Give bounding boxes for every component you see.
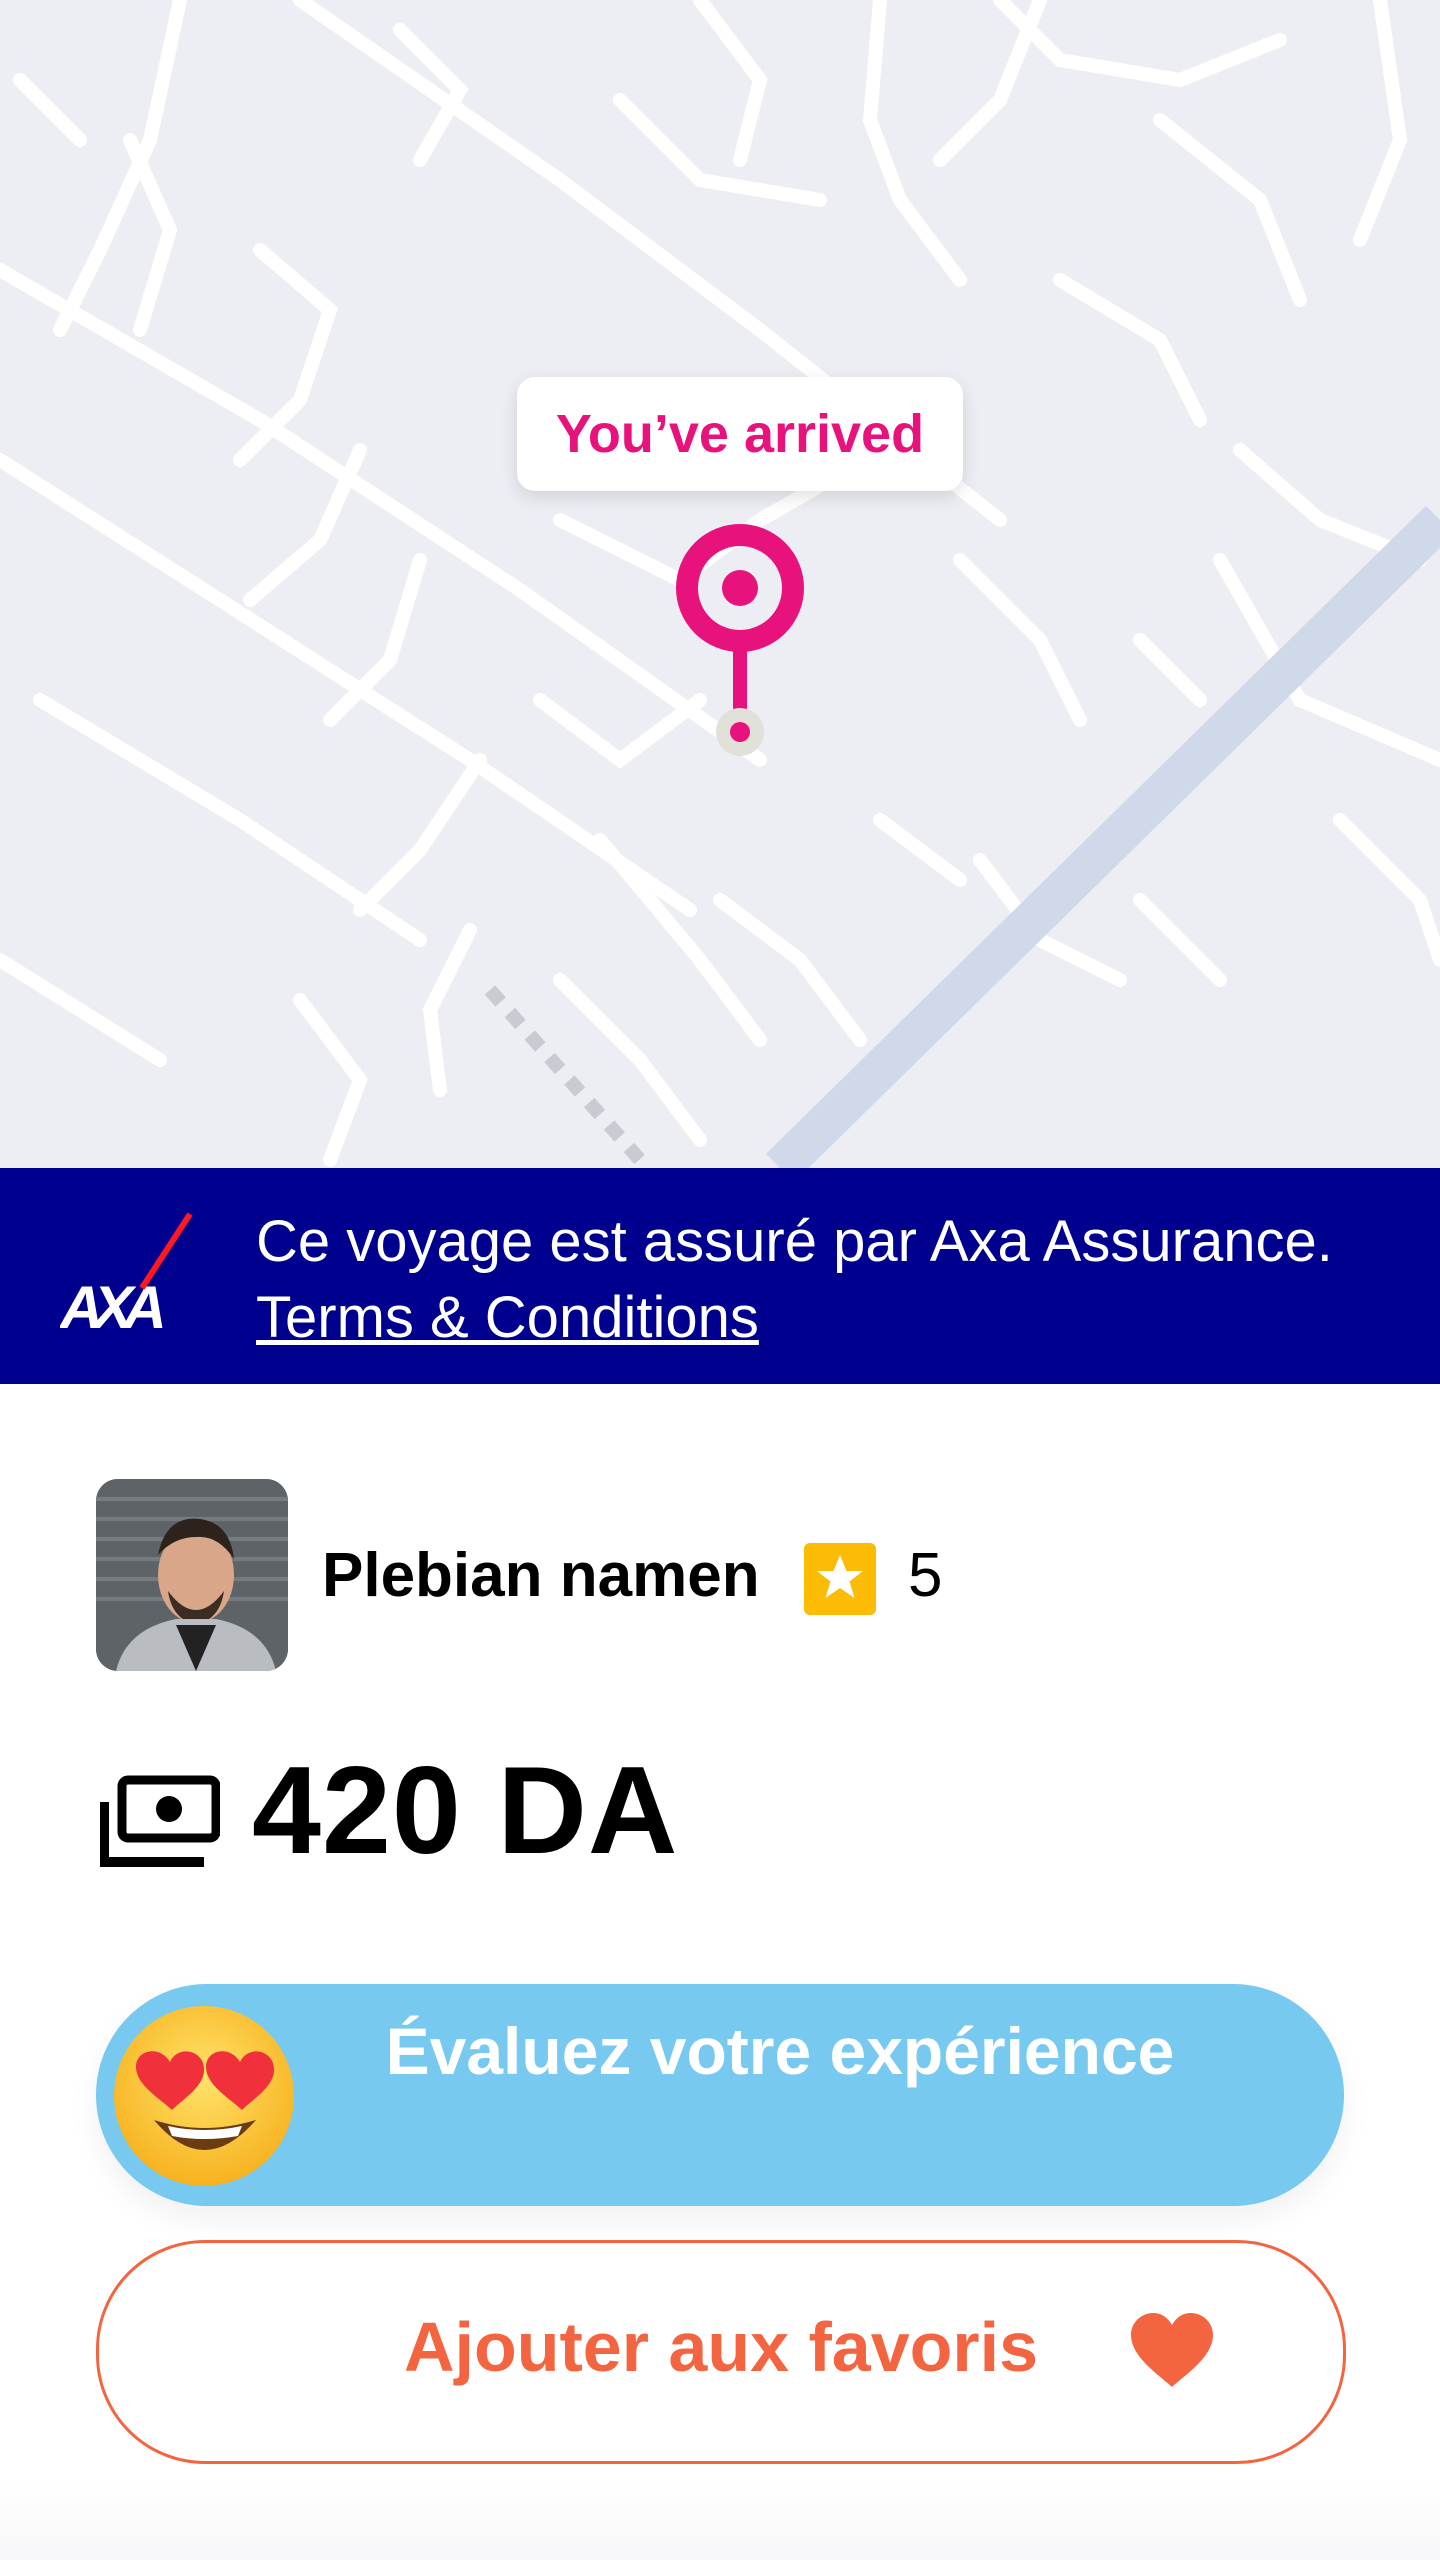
heart-eyes-emoji-icon <box>114 2006 294 2186</box>
rate-experience-label: Évaluez votre expérience <box>385 2014 1175 2088</box>
rate-experience-button[interactable]: Évaluez votre expérience <box>96 1984 1344 2206</box>
driver-name: Plebian namen <box>322 1541 760 1610</box>
add-to-favorites-button[interactable]: Ajouter aux favoris <box>96 2240 1346 2464</box>
bottom-fade <box>0 2480 1440 2560</box>
location-pin-icon <box>676 524 804 756</box>
terms-link[interactable]: Terms & Conditions <box>256 1285 759 1350</box>
insurance-message: Ce voyage est assuré par Axa Assurance. <box>256 1209 1333 1274</box>
money-icon <box>100 1775 220 1867</box>
insurance-banner: AXA Ce voyage est assuré par Axa Assuran… <box>0 1168 1440 1384</box>
arrival-label: You’ve arrived <box>555 404 925 464</box>
driver-avatar <box>96 1479 288 1671</box>
driver-rating: 5 <box>908 1541 943 1610</box>
insurance-text: Ce voyage est assuré par Axa Assurance. … <box>256 1204 1396 1356</box>
arrival-bubble: You’ve arrived <box>517 377 963 491</box>
map-view[interactable]: You’ve arrived <box>0 0 1440 1168</box>
star-icon <box>804 1543 876 1615</box>
fare-amount: 420 DA <box>252 1742 679 1880</box>
axa-logo: AXA <box>60 1212 193 1340</box>
heart-icon <box>1131 2313 1213 2387</box>
